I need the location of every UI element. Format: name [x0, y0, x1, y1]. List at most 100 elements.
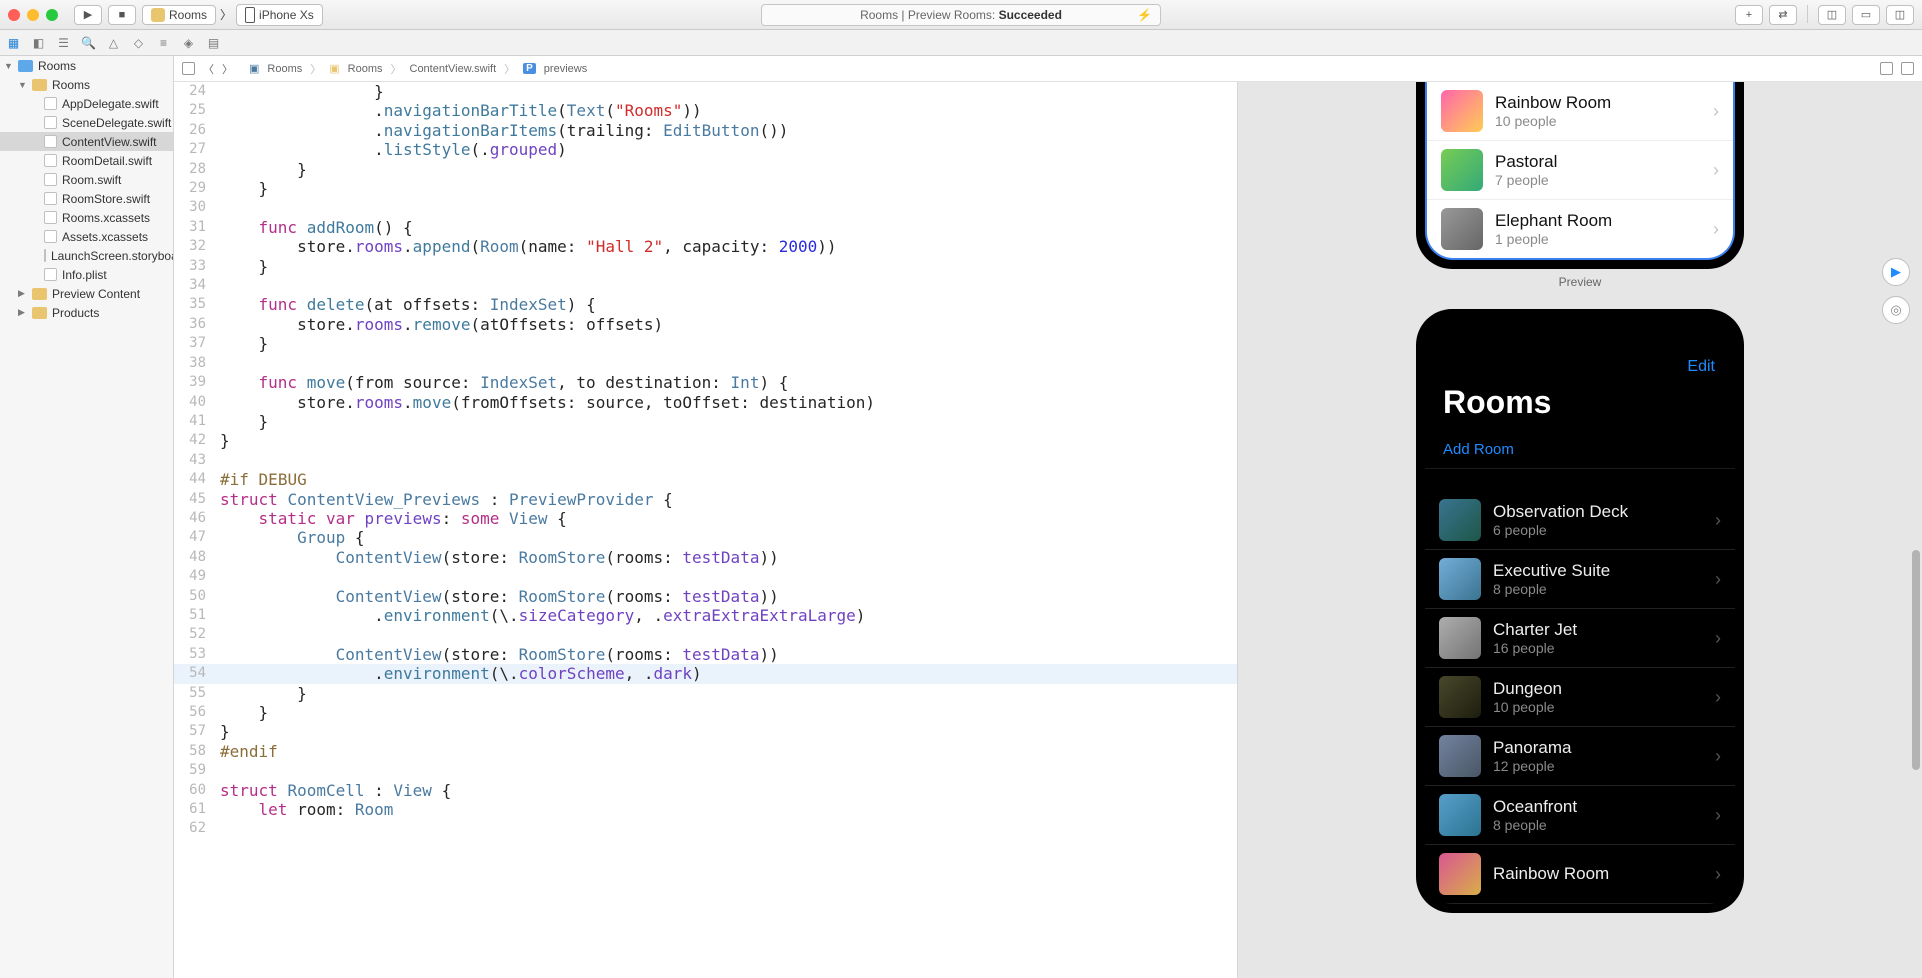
- code-line[interactable]: 40 store.rooms.move(fromOffsets: source,…: [174, 393, 1237, 412]
- code-line[interactable]: 44#if DEBUG: [174, 470, 1237, 489]
- code-line[interactable]: 31 func addRoom() {: [174, 218, 1237, 237]
- code-review-button[interactable]: ⇄: [1769, 5, 1797, 25]
- code-line[interactable]: 57}: [174, 722, 1237, 741]
- code-line[interactable]: 24 }: [174, 82, 1237, 101]
- code-line[interactable]: 39 func move(from source: IndexSet, to d…: [174, 373, 1237, 392]
- report-navigator-icon[interactable]: ▤: [206, 35, 221, 50]
- code-line[interactable]: 50 ContentView(store: RoomStore(rooms: t…: [174, 587, 1237, 606]
- code-line[interactable]: 25 .navigationBarTitle(Text("Rooms")): [174, 101, 1237, 120]
- code-line[interactable]: 42}: [174, 431, 1237, 450]
- live-preview-button[interactable]: ▶: [1882, 258, 1910, 286]
- room-cell[interactable]: Elephant Room1 people›: [1427, 200, 1733, 258]
- code-line[interactable]: 38: [174, 354, 1237, 373]
- stop-button[interactable]: ■: [108, 5, 136, 25]
- window-scrollbar[interactable]: [1908, 30, 1922, 970]
- issue-navigator-icon[interactable]: △: [106, 35, 121, 50]
- project-navigator-icon[interactable]: ▦: [6, 35, 21, 50]
- room-cell[interactable]: Charter Jet16 people›: [1425, 609, 1735, 668]
- jump-seg-2[interactable]: ContentView.swift: [410, 63, 497, 75]
- inspect-preview-button[interactable]: ◎: [1882, 296, 1910, 324]
- room-cell[interactable]: Rainbow Room›: [1425, 845, 1735, 904]
- code-line[interactable]: 41 }: [174, 412, 1237, 431]
- code-line[interactable]: 47 Group {: [174, 528, 1237, 547]
- room-cell[interactable]: Executive Suite8 people›: [1425, 550, 1735, 609]
- code-line[interactable]: 54 .environment(\.colorScheme, .dark): [174, 664, 1237, 683]
- group-products[interactable]: ▶ Products: [0, 303, 173, 322]
- source-editor[interactable]: 24 }25 .navigationBarTitle(Text("Rooms")…: [174, 82, 1237, 978]
- code-line[interactable]: 52: [174, 625, 1237, 644]
- code-line[interactable]: 55 }: [174, 684, 1237, 703]
- jump-seg-3[interactable]: previews: [544, 63, 587, 75]
- code-line[interactable]: 35 func delete(at offsets: IndexSet) {: [174, 295, 1237, 314]
- file-SceneDelegate-swift[interactable]: SceneDelegate.swift: [0, 113, 173, 132]
- code-line[interactable]: 43: [174, 451, 1237, 470]
- file-ContentView-swift[interactable]: ContentView.swift: [0, 132, 173, 151]
- code-line[interactable]: 29 }: [174, 179, 1237, 198]
- minimap-icon[interactable]: [1880, 62, 1893, 75]
- run-button[interactable]: ▶: [74, 5, 102, 25]
- file-LaunchScreen-storyboard[interactable]: LaunchScreen.storyboard: [0, 246, 173, 265]
- scheme-selector[interactable]: Rooms 〉 iPhone Xs: [142, 4, 323, 26]
- project-root[interactable]: ▼ Rooms: [0, 56, 173, 75]
- code-line[interactable]: 34: [174, 276, 1237, 295]
- group-preview-content[interactable]: ▶ Preview Content: [0, 284, 173, 303]
- code-line[interactable]: 33 }: [174, 257, 1237, 276]
- find-navigator-icon[interactable]: 🔍: [81, 35, 96, 50]
- add-room-button[interactable]: Add Room: [1425, 431, 1735, 469]
- nav-back-icon[interactable]: 〈: [203, 61, 214, 77]
- code-line[interactable]: 60struct RoomCell : View {: [174, 781, 1237, 800]
- jump-bar[interactable]: 〈 〉 ▣ Rooms 〉 ▣ Rooms 〉 ContentView.swif…: [174, 56, 1922, 82]
- code-line[interactable]: 45struct ContentView_Previews : PreviewP…: [174, 490, 1237, 509]
- symbol-navigator-icon[interactable]: ☰: [56, 35, 71, 50]
- room-cell[interactable]: Panorama12 people›: [1425, 727, 1735, 786]
- code-line[interactable]: 61 let room: Room: [174, 800, 1237, 819]
- code-line[interactable]: 58#endif: [174, 742, 1237, 761]
- file-Info-plist[interactable]: Info.plist: [0, 265, 173, 284]
- code-line[interactable]: 37 }: [174, 334, 1237, 353]
- code-line[interactable]: 56 }: [174, 703, 1237, 722]
- room-cell[interactable]: Oceanfront8 people›: [1425, 786, 1735, 845]
- nav-forward-icon[interactable]: 〉: [222, 61, 233, 77]
- room-cell[interactable]: Observation Deck6 people›: [1425, 491, 1735, 550]
- file-AppDelegate-swift[interactable]: AppDelegate.swift: [0, 94, 173, 113]
- library-button[interactable]: +: [1735, 5, 1763, 25]
- zoom-window[interactable]: [46, 9, 58, 21]
- debug-navigator-icon[interactable]: ≡: [156, 35, 171, 50]
- group-rooms[interactable]: ▼ Rooms: [0, 75, 173, 94]
- source-control-icon[interactable]: ◧: [31, 35, 46, 50]
- room-cell[interactable]: Rainbow Room10 people›: [1427, 82, 1733, 141]
- close-window[interactable]: [8, 9, 20, 21]
- code-line[interactable]: 53 ContentView(store: RoomStore(rooms: t…: [174, 645, 1237, 664]
- toggle-left-panel[interactable]: ◫: [1818, 5, 1846, 25]
- related-items-icon[interactable]: [182, 62, 195, 75]
- edit-button[interactable]: Edit: [1687, 358, 1715, 376]
- code-line[interactable]: 30: [174, 198, 1237, 217]
- preview-canvas[interactable]: Rainbow Room10 people›Pastoral7 people›E…: [1237, 82, 1922, 978]
- file-Assets-xcassets[interactable]: Assets.xcassets: [0, 227, 173, 246]
- test-navigator-icon[interactable]: ◇: [131, 35, 146, 50]
- code-line[interactable]: 32 store.rooms.append(Room(name: "Hall 2…: [174, 237, 1237, 256]
- code-line[interactable]: 26 .navigationBarItems(trailing: EditBut…: [174, 121, 1237, 140]
- file-Room-swift[interactable]: Room.swift: [0, 170, 173, 189]
- code-line[interactable]: 27 .listStyle(.grouped): [174, 140, 1237, 159]
- jump-seg-0[interactable]: Rooms: [267, 63, 302, 75]
- toggle-bottom-panel[interactable]: ▭: [1852, 5, 1880, 25]
- room-cell[interactable]: Pastoral7 people›: [1427, 141, 1733, 200]
- minimize-window[interactable]: [27, 9, 39, 21]
- file-RoomDetail-swift[interactable]: RoomDetail.swift: [0, 151, 173, 170]
- code-line[interactable]: 49: [174, 567, 1237, 586]
- file-Rooms-xcassets[interactable]: Rooms.xcassets: [0, 208, 173, 227]
- code-line[interactable]: 48 ContentView(store: RoomStore(rooms: t…: [174, 548, 1237, 567]
- code-line[interactable]: 28 }: [174, 160, 1237, 179]
- project-navigator[interactable]: ▼ Rooms ▼ Rooms AppDelegate.swiftSceneDe…: [0, 56, 174, 978]
- code-line[interactable]: 62: [174, 819, 1237, 838]
- code-line[interactable]: 46 static var previews: some View {: [174, 509, 1237, 528]
- file-RoomStore-swift[interactable]: RoomStore.swift: [0, 189, 173, 208]
- code-line[interactable]: 36 store.rooms.remove(atOffsets: offsets…: [174, 315, 1237, 334]
- code-line[interactable]: 59: [174, 761, 1237, 780]
- jump-seg-1[interactable]: Rooms: [348, 63, 383, 75]
- breakpoint-navigator-icon[interactable]: ◈: [181, 35, 196, 50]
- code-line[interactable]: 51 .environment(\.sizeCategory, .extraEx…: [174, 606, 1237, 625]
- toggle-right-panel[interactable]: ◫: [1886, 5, 1914, 25]
- room-cell[interactable]: Dungeon10 people›: [1425, 668, 1735, 727]
